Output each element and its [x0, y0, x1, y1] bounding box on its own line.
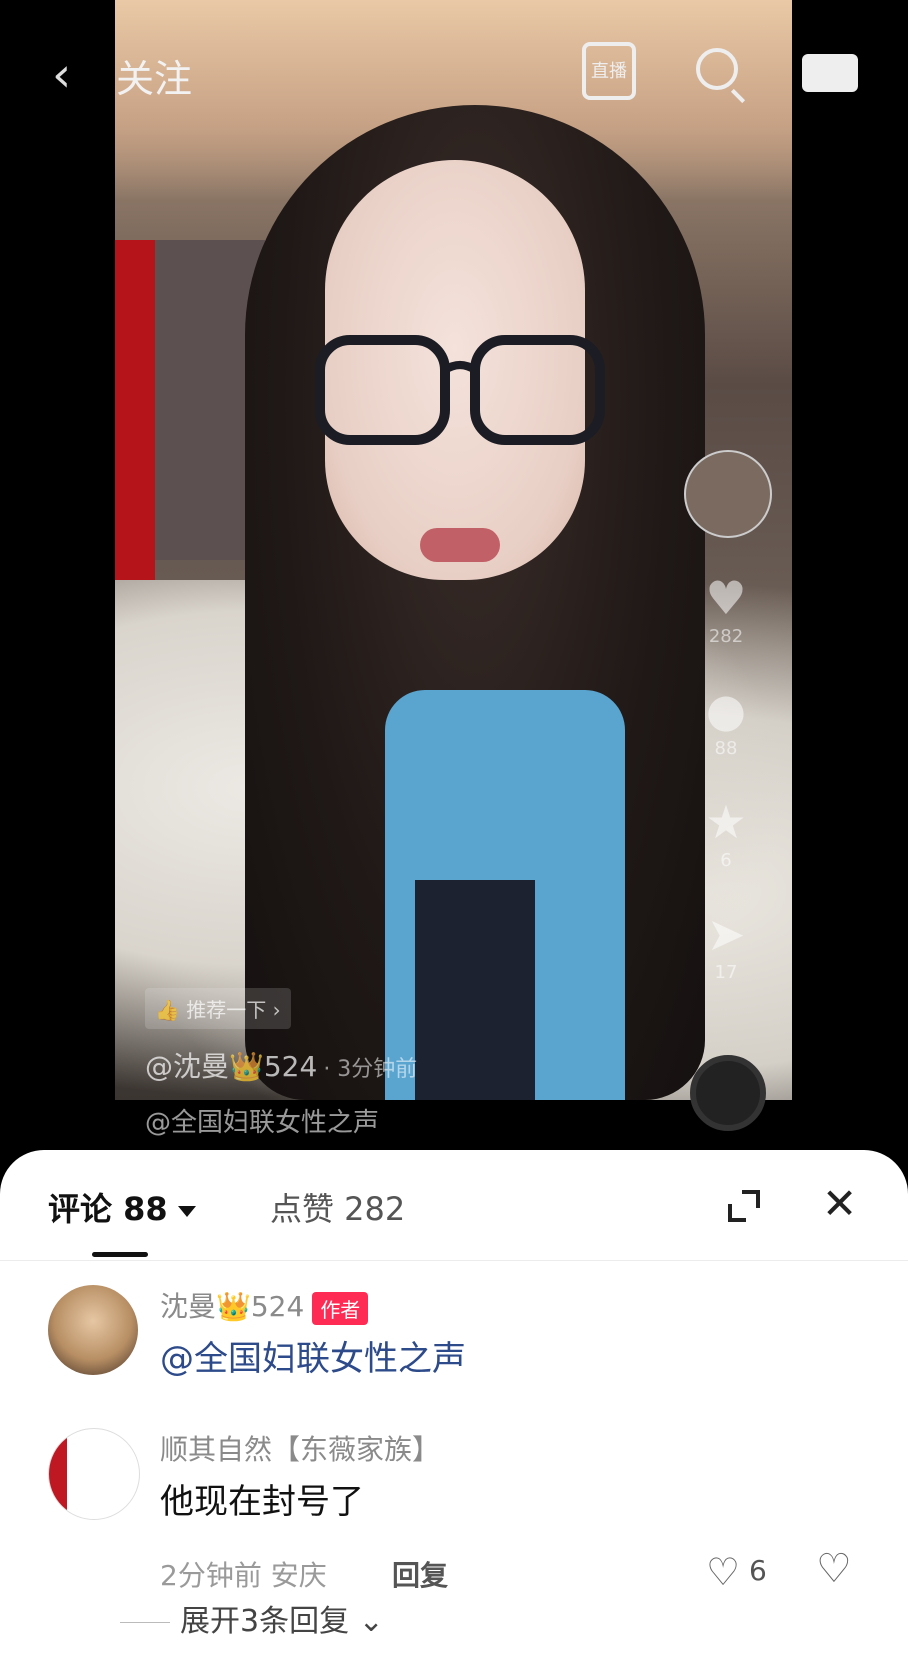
favorite-button[interactable]: ★ 6	[680, 794, 772, 871]
recommend-label: 推荐一下	[186, 998, 267, 1022]
share-button[interactable]: ➤ 17	[680, 906, 772, 983]
author-avatar[interactable]	[684, 450, 772, 538]
comment-user[interactable]: 沈曼👑524 作者	[160, 1285, 369, 1325]
avatar[interactable]	[48, 1285, 138, 1375]
like-count: 282	[708, 626, 744, 647]
comment-user[interactable]: 顺其自然【东薇家族】	[160, 1428, 440, 1468]
video-area[interactable]: ‹ 关注 直播 ♥ 282 ● 88 ★ 6 ➤ 17 👍 推荐一下 › @沈曼…	[0, 0, 908, 1150]
reply-button[interactable]: 回复	[392, 1554, 448, 1594]
shirt-print	[415, 880, 535, 1100]
camera-icon[interactable]	[802, 54, 858, 92]
expand-replies-button[interactable]: 展开3条回复 ⌄	[120, 1596, 384, 1640]
video-time: · 3分钟前	[323, 1057, 418, 1082]
close-icon[interactable]: ✕	[822, 1182, 857, 1226]
like-button[interactable]: ♥ 282	[680, 570, 772, 647]
live-icon[interactable]: 直播	[582, 42, 636, 100]
glasses	[315, 335, 605, 445]
follow-tab[interactable]: 关注	[116, 48, 192, 103]
tab-underline	[92, 1252, 148, 1257]
favorite-count: 6	[720, 850, 732, 871]
back-icon[interactable]: ‹	[52, 50, 92, 100]
search-icon[interactable]	[696, 48, 738, 90]
comment-user-name: 沈曼👑524	[160, 1290, 305, 1323]
dislike-icon[interactable]: ♡	[816, 1546, 852, 1592]
tab-comments-label: 评论 88	[48, 1190, 168, 1228]
video-caption[interactable]: @全国妇联女性之声	[145, 1102, 379, 1139]
fullscreen-icon[interactable]	[728, 1190, 760, 1222]
comment-icon: ●	[705, 683, 747, 737]
red-curtain	[115, 240, 155, 580]
music-disc-icon[interactable]	[690, 1055, 766, 1131]
chevron-down-icon	[177, 1205, 196, 1217]
video-author-name: @沈曼👑524	[145, 1050, 318, 1083]
comment-button[interactable]: ● 88	[680, 682, 772, 759]
sheet-tabs: 评论 88 点赞 282 ✕	[0, 1150, 908, 1261]
top-nav: ‹ 关注 直播	[0, 40, 908, 110]
share-count: 17	[714, 962, 738, 983]
share-icon: ➤	[706, 907, 746, 961]
comment-count: 88	[714, 738, 738, 759]
star-icon: ★	[705, 795, 747, 849]
tab-likes[interactable]: 点赞 282	[270, 1184, 405, 1230]
avatar[interactable]	[48, 1428, 140, 1520]
author-badge: 作者	[312, 1291, 369, 1325]
heart-icon: ♥	[705, 571, 747, 625]
heart-outline-icon: ♡	[706, 1550, 741, 1594]
lips	[420, 528, 500, 562]
comments-sheet: 评论 88 点赞 282 ✕ 沈曼👑524 作者 @全国妇联女性之声 顺其自然【东…	[0, 1150, 908, 1665]
comment-like-count: 6	[748, 1554, 767, 1587]
comment-text: 他现在封号了	[160, 1482, 364, 1522]
comment-meta: 2分钟前 安庆	[160, 1559, 327, 1592]
comment-like-button[interactable]: ♡ 6	[706, 1550, 767, 1594]
video-author[interactable]: @沈曼👑524 · 3分钟前	[145, 1045, 417, 1085]
comment-text[interactable]: @全国妇联女性之声	[160, 1331, 466, 1380]
recommend-button[interactable]: 👍 推荐一下 ›	[145, 988, 291, 1029]
tab-comments[interactable]: 评论 88	[48, 1184, 196, 1230]
expand-replies-label: 展开3条回复	[180, 1604, 350, 1639]
